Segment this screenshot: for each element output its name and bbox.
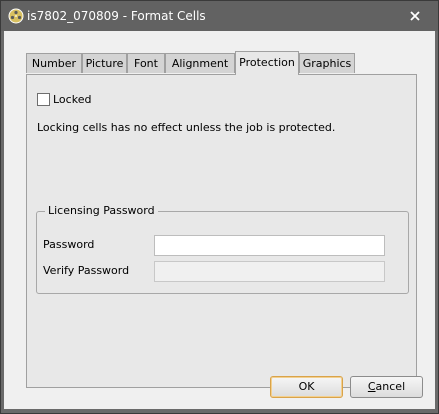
tab-number[interactable]: Number	[26, 53, 82, 73]
film-reel-icon	[8, 8, 24, 24]
dialog-body: Number Picture Font Alignment Protection…	[4, 31, 435, 409]
cancel-button[interactable]: Cancel	[350, 376, 423, 398]
protection-panel: Locked Locking cells has no effect unles…	[26, 74, 417, 388]
password-label: Password	[43, 238, 95, 251]
tab-picture[interactable]: Picture	[82, 53, 127, 73]
cancel-label: ancel	[375, 380, 406, 393]
window-title: is7802_070809 - Format Cells	[27, 9, 206, 23]
verify-password-field	[154, 261, 385, 282]
tab-alignment[interactable]: Alignment	[165, 53, 235, 73]
password-field[interactable]	[154, 235, 385, 256]
locked-checkbox[interactable]	[37, 93, 50, 106]
locked-label[interactable]: Locked	[53, 93, 91, 106]
ok-label: OK	[298, 380, 315, 393]
cancel-mnemonic: C	[367, 380, 376, 393]
tab-font[interactable]: Font	[127, 53, 165, 73]
tab-protection[interactable]: Protection	[235, 51, 299, 75]
protection-note: Locking cells has no effect unless the j…	[37, 121, 336, 134]
format-cells-dialog: is7802_070809 - Format Cells Number Pict…	[0, 0, 439, 414]
group-title: Licensing Password	[45, 204, 158, 217]
tab-graphics[interactable]: Graphics	[299, 53, 355, 73]
title-bar[interactable]: is7802_070809 - Format Cells	[1, 1, 438, 31]
close-x-icon	[410, 11, 420, 21]
close-button[interactable]	[406, 7, 424, 25]
licensing-password-group: Licensing Password Password Verify Passw…	[36, 204, 409, 294]
verify-password-label: Verify Password	[43, 264, 130, 277]
ok-button[interactable]: OK	[270, 376, 343, 398]
